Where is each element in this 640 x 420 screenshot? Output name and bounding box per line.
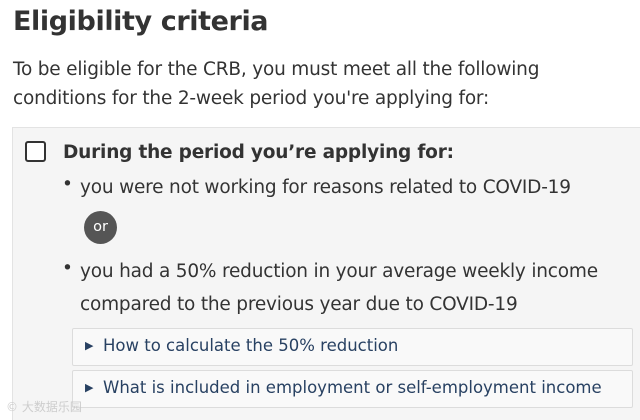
condition-income-reduction: you had a 50% reduction in your average … [80,261,598,315]
expander-included-income[interactable]: ▶ What is included in employment or self… [72,370,633,408]
expander-label: How to calculate the 50% reduction [103,336,399,355]
caret-right-icon: ▶ [85,381,94,394]
expander-calculate-reduction[interactable]: ▶ How to calculate the 50% reduction [72,328,633,366]
criterion-title: During the period you’re applying for: [63,142,454,163]
caret-right-icon: ▶ [85,339,94,352]
or-separator-badge: or [84,211,117,244]
bullet-marker: • [62,174,73,195]
section-heading: Eligibility criteria [13,6,269,37]
intro-text: To be eligible for the CRB, you must mee… [13,59,540,109]
criterion-checkbox[interactable] [25,141,46,162]
expander-label: What is included in employment or self-e… [103,378,602,397]
criterion-panel: During the period you’re applying for: •… [12,127,640,420]
bullet-marker: • [62,258,73,279]
condition-not-working: you were not working for reasons related… [80,177,571,198]
watermark: © 大数据乐园 [6,400,82,414]
